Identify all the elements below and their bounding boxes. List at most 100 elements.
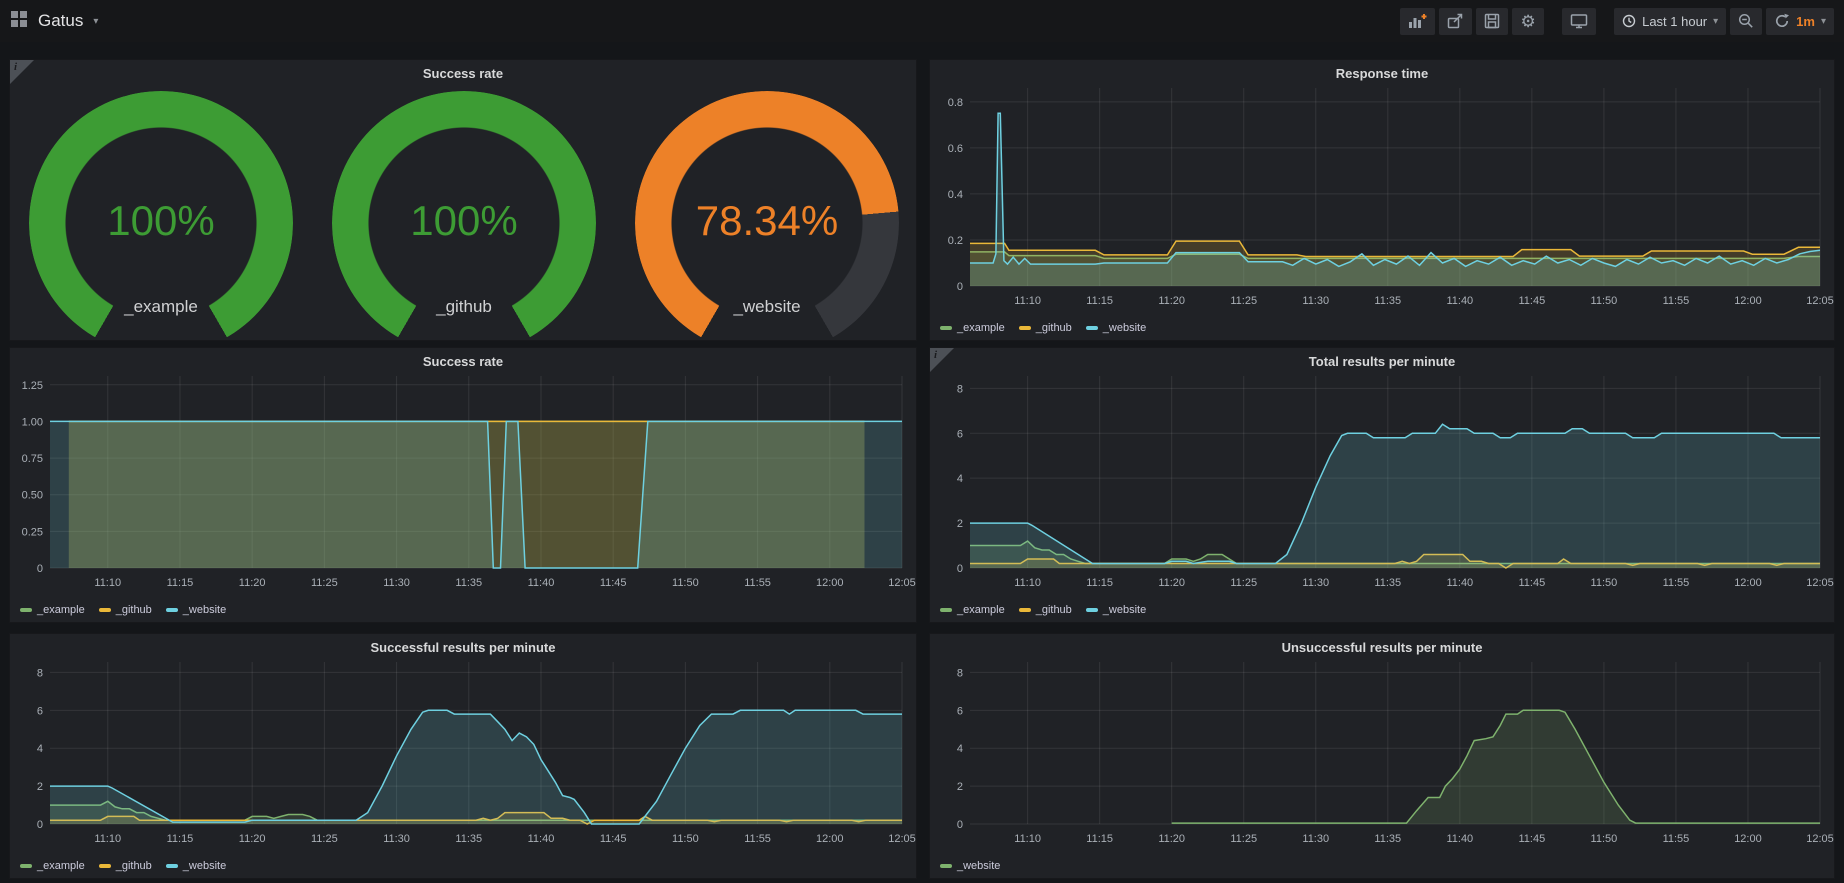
panel-title[interactable]: Response time <box>930 66 1834 81</box>
add-panel-button[interactable] <box>1400 8 1435 35</box>
svg-text:11:45: 11:45 <box>600 833 627 845</box>
panel-title[interactable]: Successful results per minute <box>10 640 916 655</box>
svg-text:11:20: 11:20 <box>1158 577 1185 589</box>
svg-text:8: 8 <box>957 667 963 679</box>
svg-text:2: 2 <box>957 518 963 530</box>
dashboard-caret-icon[interactable]: ▾ <box>93 16 98 27</box>
panel-info-corner[interactable]: i <box>10 60 34 84</box>
svg-text:0.2: 0.2 <box>948 235 963 247</box>
legend-item-github[interactable]: _github <box>1019 604 1072 616</box>
chart-legend: _website <box>940 860 1000 872</box>
svg-text:0: 0 <box>957 819 963 831</box>
legend-item-example[interactable]: _example <box>20 860 85 872</box>
gauge-value: 78.34% <box>635 197 899 245</box>
svg-text:11:50: 11:50 <box>1591 577 1618 589</box>
panel-info-corner[interactable]: i <box>930 348 954 372</box>
svg-text:0.4: 0.4 <box>948 189 963 201</box>
settings-button[interactable]: ⚙ <box>1512 8 1544 35</box>
refresh-icon <box>1774 13 1790 29</box>
panel-title[interactable]: Success rate <box>10 66 916 81</box>
successful-results-chart[interactable]: 0246811:1011:1511:2011:2511:3011:3511:40… <box>10 634 916 878</box>
chart-legend: _example _github _website <box>20 860 226 872</box>
legend-label: _website <box>1103 604 1146 616</box>
legend-label: _github <box>116 860 152 872</box>
chart-legend: _example _github _website <box>940 322 1146 334</box>
save-icon <box>1484 13 1500 29</box>
svg-text:12:05: 12:05 <box>1806 577 1834 589</box>
panel-title[interactable]: Unsuccessful results per minute <box>930 640 1834 655</box>
legend-item-example[interactable]: _example <box>940 604 1005 616</box>
chart-legend: _example _github _website <box>940 604 1146 616</box>
response-time-chart[interactable]: 00.20.40.60.811:1011:1511:2011:2511:3011… <box>930 60 1834 340</box>
refresh-button[interactable]: 1m ▾ <box>1766 8 1834 35</box>
legend-swatch-icon <box>166 864 178 868</box>
chart-legend: _example _github _website <box>20 604 226 616</box>
svg-text:0.6: 0.6 <box>948 143 963 155</box>
save-button[interactable] <box>1476 8 1508 35</box>
legend-swatch-icon <box>1086 608 1098 612</box>
svg-text:0.50: 0.50 <box>22 490 43 502</box>
svg-text:11:45: 11:45 <box>1519 577 1546 589</box>
svg-text:12:05: 12:05 <box>1806 833 1834 845</box>
legend-label: _example <box>957 322 1005 334</box>
legend-item-example[interactable]: _example <box>940 322 1005 334</box>
legend-item-website[interactable]: _website <box>1086 322 1146 334</box>
svg-text:6: 6 <box>957 428 963 440</box>
panel-success-rate-timeseries: Success rate 00.250.500.751.001.2511:101… <box>9 347 917 623</box>
svg-text:11:35: 11:35 <box>1374 833 1401 845</box>
svg-text:6: 6 <box>957 705 963 717</box>
legend-label: _github <box>1036 604 1072 616</box>
gauge-github: 100% _github <box>332 91 596 341</box>
svg-text:0.8: 0.8 <box>948 97 963 109</box>
legend-item-website[interactable]: _website <box>166 860 226 872</box>
svg-text:11:10: 11:10 <box>1014 833 1041 845</box>
svg-text:11:25: 11:25 <box>311 833 338 845</box>
panel-title[interactable]: Success rate <box>10 354 916 369</box>
share-button[interactable] <box>1439 8 1472 35</box>
svg-text:11:35: 11:35 <box>1374 577 1401 589</box>
svg-text:11:30: 11:30 <box>1302 577 1329 589</box>
panel-successful-results: Successful results per minute 0246811:10… <box>9 633 917 879</box>
svg-text:8: 8 <box>957 383 963 395</box>
svg-text:12:00: 12:00 <box>816 577 844 589</box>
legend-item-example[interactable]: _example <box>20 604 85 616</box>
svg-text:11:40: 11:40 <box>1446 577 1473 589</box>
time-range-label: Last 1 hour <box>1642 14 1707 29</box>
legend-item-website[interactable]: _website <box>940 860 1000 872</box>
legend-swatch-icon <box>166 608 178 612</box>
svg-text:11:35: 11:35 <box>1374 295 1401 307</box>
legend-item-website[interactable]: _website <box>166 604 226 616</box>
gauge-label: _website <box>635 297 899 317</box>
unsuccessful-results-chart[interactable]: 0246811:1011:1511:2011:2511:3011:3511:40… <box>930 634 1834 878</box>
legend-swatch-icon <box>99 864 111 868</box>
svg-text:11:20: 11:20 <box>239 577 266 589</box>
tv-mode-button[interactable] <box>1562 8 1596 35</box>
legend-item-website[interactable]: _website <box>1086 604 1146 616</box>
dashboard-grid-icon[interactable] <box>10 10 28 33</box>
svg-text:12:00: 12:00 <box>1734 577 1762 589</box>
zoom-out-button[interactable] <box>1730 8 1762 35</box>
svg-text:2: 2 <box>957 781 963 793</box>
legend-item-github[interactable]: _github <box>99 604 152 616</box>
svg-text:12:00: 12:00 <box>1734 295 1762 307</box>
svg-text:11:40: 11:40 <box>528 833 555 845</box>
legend-item-github[interactable]: _github <box>1019 322 1072 334</box>
success-rate-chart[interactable]: 00.250.500.751.001.2511:1011:1511:2011:2… <box>10 348 916 622</box>
svg-text:11:55: 11:55 <box>1663 833 1690 845</box>
legend-item-github[interactable]: _github <box>99 860 152 872</box>
svg-text:0: 0 <box>957 281 963 293</box>
svg-text:11:15: 11:15 <box>1086 295 1113 307</box>
svg-text:11:20: 11:20 <box>1158 295 1185 307</box>
time-range-picker[interactable]: Last 1 hour ▾ <box>1614 8 1726 35</box>
total-results-chart[interactable]: 0246811:1011:1511:2011:2511:3011:3511:40… <box>930 348 1834 622</box>
panel-response-time: Response time 00.20.40.60.811:1011:1511:… <box>929 59 1835 341</box>
dashboard-title[interactable]: Gatus <box>38 11 83 31</box>
svg-text:11:30: 11:30 <box>383 577 410 589</box>
settings-gear-icon: ⚙ <box>1520 13 1535 30</box>
svg-text:11:40: 11:40 <box>528 577 555 589</box>
panel-title[interactable]: Total results per minute <box>930 354 1834 369</box>
svg-text:12:00: 12:00 <box>1734 833 1762 845</box>
legend-label: _github <box>116 604 152 616</box>
svg-text:11:50: 11:50 <box>1591 295 1618 307</box>
panel-success-rate-gauges: i Success rate 100% _example 100% _githu… <box>9 59 917 341</box>
